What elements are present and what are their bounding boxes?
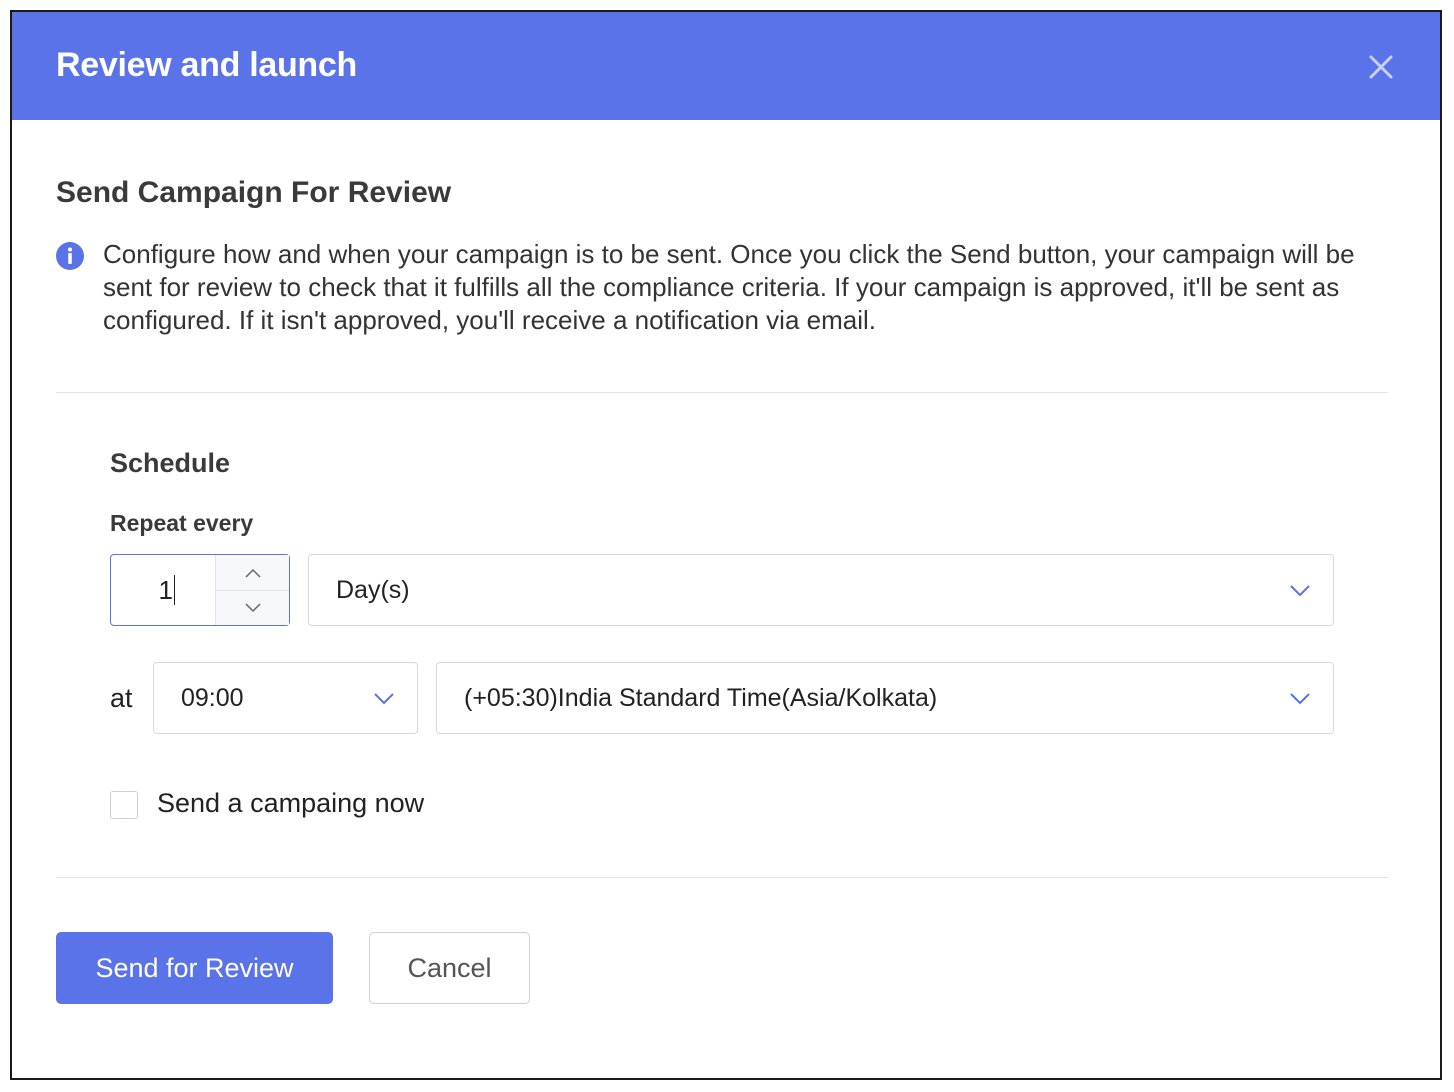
section-title: Send Campaign For Review xyxy=(56,176,452,209)
send-for-review-button[interactable]: Send for Review xyxy=(56,932,333,1004)
close-icon[interactable] xyxy=(1368,54,1394,80)
dialog-header: Review and launch xyxy=(12,12,1440,120)
time-select[interactable]: 09:00 xyxy=(153,662,418,734)
repeat-interval-input[interactable]: 1 xyxy=(111,555,217,625)
at-label: at xyxy=(110,682,133,713)
review-launch-dialog: Review and launch Send Campaign For Revi… xyxy=(10,10,1442,1080)
text-cursor xyxy=(174,575,175,605)
chevron-down-icon xyxy=(1290,585,1310,597)
cancel-button[interactable]: Cancel xyxy=(369,932,530,1004)
schedule-title: Schedule xyxy=(110,448,231,478)
repeat-unit-value: Day(s) xyxy=(336,575,410,604)
chevron-down-icon xyxy=(1290,693,1310,705)
repeat-interval-value: 1 xyxy=(158,574,173,605)
time-value: 09:00 xyxy=(181,683,244,712)
decrement-button[interactable] xyxy=(216,590,289,625)
increment-button[interactable] xyxy=(216,555,289,591)
divider xyxy=(56,392,1388,393)
repeat-interval-stepper[interactable]: 1 xyxy=(110,554,290,626)
divider xyxy=(56,877,1388,878)
repeat-unit-select[interactable]: Day(s) xyxy=(308,554,1334,626)
chevron-down-icon xyxy=(374,693,394,705)
stepper-arrows xyxy=(215,555,289,625)
info-icon xyxy=(56,242,84,270)
timezone-value: (+05:30)India Standard Time(Asia/Kolkata… xyxy=(464,683,938,712)
chevron-up-icon xyxy=(244,568,261,578)
dialog-title: Review and launch xyxy=(56,46,357,84)
info-text: Configure how and when your campaign is … xyxy=(103,239,1355,335)
send-now-label[interactable]: Send a campaing now xyxy=(157,788,424,819)
repeat-every-label: Repeat every xyxy=(110,510,254,536)
timezone-select[interactable]: (+05:30)India Standard Time(Asia/Kolkata… xyxy=(436,662,1334,734)
chevron-down-icon xyxy=(244,602,261,612)
send-now-checkbox[interactable] xyxy=(110,791,138,819)
